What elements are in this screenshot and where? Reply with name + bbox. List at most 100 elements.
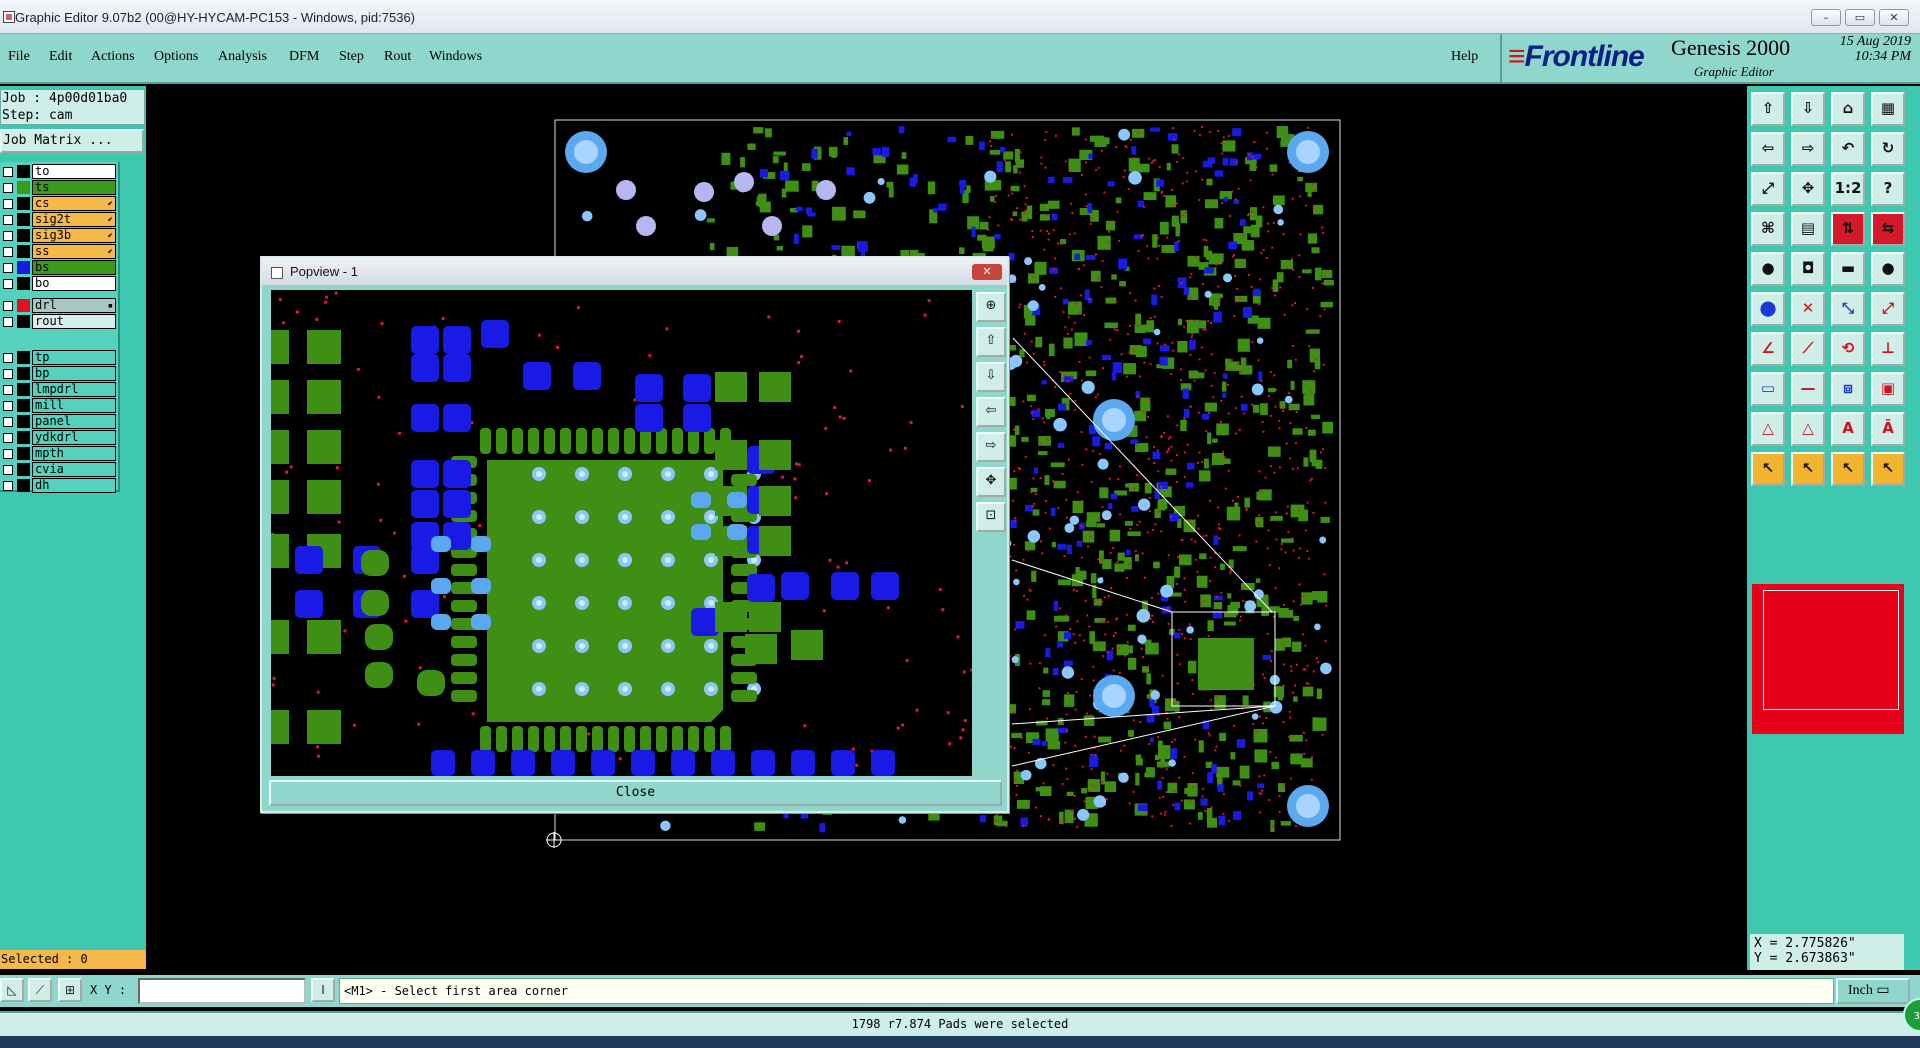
grid-snap-icon[interactable]: ⊞	[58, 978, 82, 1002]
layer-checkbox[interactable]	[3, 199, 13, 209]
minimap[interactable]	[1752, 584, 1904, 734]
layer-row-cvia[interactable]: cvia	[0, 462, 118, 477]
popview-canvas[interactable]	[271, 290, 972, 776]
xy-input[interactable]	[138, 978, 306, 1004]
pv-pan-down-icon[interactable]: ⇩	[976, 362, 1006, 392]
layer-name[interactable]: drl ▪	[32, 298, 116, 313]
layer-color-swatch[interactable]	[17, 213, 30, 226]
layer-name[interactable]: panel	[32, 414, 116, 429]
grid-toggle-icon[interactable]: ▤	[1791, 212, 1825, 246]
layer-name[interactable]: bp	[32, 366, 116, 381]
layer-name[interactable]: ss ⬋	[32, 244, 116, 259]
popview-close-icon[interactable]: ✕	[972, 264, 1002, 280]
layer-checkbox[interactable]	[3, 465, 13, 475]
maximize-button[interactable]: ▭	[1845, 9, 1875, 26]
layer-color-swatch[interactable]	[17, 383, 30, 396]
layer-color-swatch[interactable]	[17, 245, 30, 258]
layer-name[interactable]: dh	[32, 478, 116, 493]
angle-icon[interactable]: ∠	[1751, 332, 1785, 366]
cursor-text-icon[interactable]: I	[311, 978, 335, 1002]
layer-name[interactable]: bs	[32, 260, 116, 275]
node-icon[interactable]: ⬤	[1751, 292, 1785, 326]
layer-checkbox[interactable]	[3, 433, 13, 443]
layer-name[interactable]: cs ⬋	[32, 196, 116, 211]
arc-icon[interactable]: ⟲	[1831, 332, 1865, 366]
layer-checkbox[interactable]	[3, 279, 13, 289]
menu-actions[interactable]: Actions	[91, 49, 135, 65]
menu-analysis[interactable]: Analysis	[218, 49, 267, 65]
layer-row-ss[interactable]: ss ⬋	[0, 244, 118, 259]
layer-checkbox[interactable]	[3, 353, 13, 363]
menu-help[interactable]: Help	[1451, 49, 1478, 65]
zoom-home-icon[interactable]: ✥	[1791, 172, 1825, 206]
menu-dfm[interactable]: DFM	[289, 49, 319, 65]
zoom-back-icon[interactable]: ↶	[1831, 132, 1865, 166]
layer-checkbox[interactable]	[3, 417, 13, 427]
grid-icon[interactable]: ▦	[1871, 92, 1905, 126]
popview-zoom-view[interactable]	[271, 290, 972, 776]
layer-color-swatch[interactable]	[17, 351, 30, 364]
layer-color-swatch[interactable]	[17, 277, 30, 290]
job-matrix-button[interactable]: Job Matrix ...	[0, 129, 144, 153]
layer-row-tp[interactable]: tp	[0, 350, 118, 365]
layer-color-swatch[interactable]	[17, 299, 30, 312]
minus-icon[interactable]: —	[1791, 372, 1825, 406]
layer-color-swatch[interactable]	[17, 165, 30, 178]
layer-row-rout[interactable]: rout	[0, 314, 118, 329]
close-window-button[interactable]: ✕	[1879, 9, 1909, 26]
layer-row-lmpdrl[interactable]: lmpdrl	[0, 382, 118, 397]
pan-down-icon[interactable]: ⇩	[1791, 92, 1825, 126]
menu-step[interactable]: Step	[339, 49, 364, 65]
pointer-multi-icon[interactable]: ↖	[1871, 452, 1905, 486]
layer-color-swatch[interactable]	[17, 447, 30, 460]
layer-name[interactable]: to	[32, 164, 116, 179]
triangle-icon[interactable]: △	[1751, 412, 1785, 446]
pan-up-icon[interactable]: ⇧	[1751, 92, 1785, 126]
pv-center-icon[interactable]: ⊡	[976, 502, 1006, 532]
layer-color-swatch[interactable]	[17, 399, 30, 412]
select-rect-icon[interactable]: ▭	[1751, 372, 1785, 406]
cross-icon[interactable]: ✕	[1791, 292, 1825, 326]
layer-name[interactable]: bo	[32, 276, 116, 291]
layer-copy-icon[interactable]: ⇆	[1871, 212, 1905, 246]
layer-name[interactable]: ydkdrl	[32, 430, 116, 445]
layer-row-to[interactable]: to	[0, 164, 118, 179]
pan-left-icon[interactable]: ⇦	[1751, 132, 1785, 166]
layer-row-panel[interactable]: panel	[0, 414, 118, 429]
layer-row-mpth[interactable]: mpth	[0, 446, 118, 461]
pv-fit-icon[interactable]: ✥	[976, 467, 1006, 497]
layer-row-sig2t[interactable]: sig2t ⬋	[0, 212, 118, 227]
measure-icon[interactable]: ◺	[0, 978, 24, 1002]
menu-windows[interactable]: Windows	[429, 49, 482, 65]
contour-icon[interactable]: ▣	[1871, 372, 1905, 406]
pointer-alt-icon[interactable]: ↖	[1791, 452, 1825, 486]
resize-icon[interactable]: ⧈	[1831, 372, 1865, 406]
redraw-icon[interactable]: ↻	[1871, 132, 1905, 166]
layer-checkbox[interactable]	[3, 449, 13, 459]
layer-checkbox[interactable]	[3, 301, 13, 311]
ruler-icon[interactable]: ⟋	[28, 978, 52, 1002]
menu-file[interactable]: File	[8, 49, 30, 65]
pad-icon[interactable]: ●	[1751, 252, 1785, 286]
layer-row-mill[interactable]: mill	[0, 398, 118, 413]
node-add-icon[interactable]: ⤡	[1831, 292, 1865, 326]
pv-pan-up-icon[interactable]: ⇧	[976, 327, 1006, 357]
menu-rout[interactable]: Rout	[384, 49, 411, 65]
layer-row-ts[interactable]: ts	[0, 180, 118, 195]
layer-checkbox[interactable]	[3, 401, 13, 411]
triangle-a-icon[interactable]: A	[1831, 412, 1865, 446]
layer-color-swatch[interactable]	[17, 197, 30, 210]
feature-icon[interactable]: ⊥	[1871, 332, 1905, 366]
unit-selector[interactable]: Inch ▭	[1836, 978, 1910, 1004]
layer-move-icon[interactable]: ⇅	[1831, 212, 1865, 246]
layer-row-bp[interactable]: bp	[0, 366, 118, 381]
layer-checkbox[interactable]	[3, 481, 13, 491]
layer-color-swatch[interactable]	[17, 463, 30, 476]
layer-checkbox[interactable]	[3, 183, 13, 193]
minimap-view-box[interactable]	[1763, 590, 1899, 710]
layer-name[interactable]: sig2t ⬋	[32, 212, 116, 227]
snap-icon[interactable]: ⌘	[1751, 212, 1785, 246]
layer-name[interactable]: mpth	[32, 446, 116, 461]
layer-color-swatch[interactable]	[17, 367, 30, 380]
menu-options[interactable]: Options	[154, 49, 198, 65]
